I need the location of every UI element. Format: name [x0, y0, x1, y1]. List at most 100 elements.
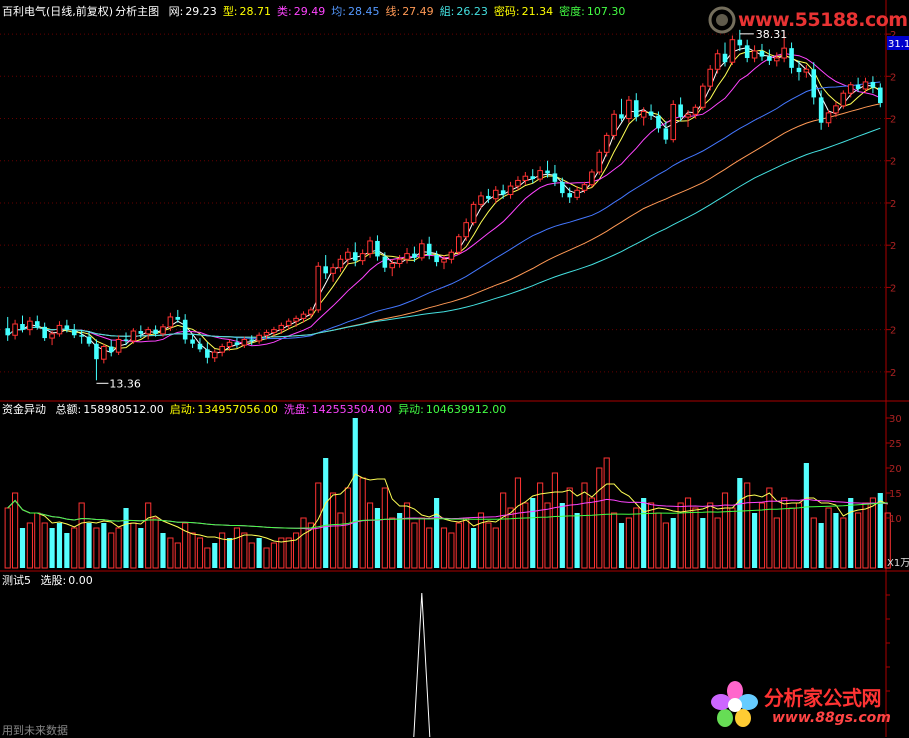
candle-body [685, 113, 691, 118]
candle-body [692, 106, 699, 115]
watermark-top: www.55188.com [708, 6, 908, 34]
volume-bar [115, 527, 122, 569]
candle-body [79, 335, 84, 337]
main-indicator-value: 28.45 [347, 5, 380, 18]
candle-body [470, 203, 477, 224]
candle-body [862, 81, 869, 90]
volume-indicator-label: 洗盘: [283, 403, 310, 416]
main-indicator-value: 26.23 [456, 5, 488, 18]
candle-body [34, 321, 40, 327]
candle-body [773, 57, 780, 62]
candle-body [285, 320, 292, 326]
candle-body [560, 181, 565, 194]
main-indicator-value: 107.30 [586, 5, 626, 18]
candle-body [714, 53, 721, 70]
candlestick-chart[interactable]: 38.3113.36 [5, 28, 883, 390]
candle-body [300, 313, 307, 319]
volume-indicator-list: 总额: 158980512.00 启动: 134957056.00 洗盘: 1425535… [52, 403, 509, 416]
candle-body [619, 114, 624, 119]
volume-bar-signal [160, 533, 166, 568]
volume-bar [108, 532, 115, 569]
flower-logo-icon [711, 681, 758, 727]
volume-bar [366, 502, 374, 569]
candle-body [145, 329, 151, 335]
volume-indicator-value: 142553504.00 [311, 403, 393, 416]
volume-bar-signal [877, 493, 883, 568]
candle-body [434, 255, 439, 263]
volume-bar-signal [670, 518, 676, 568]
volume-indicator-label: 异动: [398, 403, 424, 416]
main-indicator-label: 密码: [493, 5, 520, 18]
candle-body [271, 329, 277, 333]
volume-bar [507, 507, 514, 569]
candle-body [441, 258, 447, 263]
volume-bar-signal [574, 513, 580, 568]
volume-bar-signal [818, 523, 824, 568]
candle-body [49, 333, 55, 339]
main-indicator-label: 线: [385, 5, 401, 18]
volume-bar [389, 517, 396, 569]
volume-indicator-value: 134957056.00 [197, 403, 278, 416]
candle-body [308, 309, 314, 315]
moving-average-line [7, 127, 881, 338]
volume-bar [93, 527, 100, 569]
volume-bar [721, 492, 729, 569]
candle-body [522, 175, 529, 181]
volume-bar [840, 517, 847, 569]
candle-body [352, 252, 358, 261]
volume-bar [130, 522, 137, 569]
main-panel-subtitle: 分析主图 [115, 5, 160, 18]
candle-body [71, 329, 77, 336]
signal-chart[interactable] [413, 592, 431, 737]
volume-bar [810, 517, 817, 569]
candle-body [537, 170, 543, 180]
candle-body [767, 56, 772, 61]
volume-bar-signal [618, 523, 625, 568]
candle-body [737, 39, 743, 46]
candle-body [847, 84, 854, 94]
signal-indicator-label: 选股: [40, 574, 67, 587]
volume-tick-label: 15 [889, 489, 902, 500]
volume-bar [270, 542, 278, 569]
candle-body [545, 170, 550, 174]
candle-body [138, 331, 144, 334]
candle-body [789, 48, 794, 68]
volume-bar [315, 482, 322, 569]
candle-body [574, 189, 580, 198]
volume-bar [189, 532, 196, 569]
volume-bar-signal [737, 478, 743, 568]
candle-body [108, 346, 114, 353]
moving-average-line [7, 81, 881, 340]
volume-bar-signal [56, 523, 63, 568]
volume-bar [241, 532, 248, 569]
candle-body [781, 47, 787, 59]
volume-bar [145, 502, 152, 569]
volume-bar [603, 457, 610, 569]
candle-body [130, 330, 137, 342]
volume-bar [248, 542, 255, 569]
volume-bar [551, 472, 559, 569]
candle-body [759, 50, 765, 57]
volume-tick-label: 20 [889, 464, 902, 475]
candle-body [263, 331, 270, 336]
volume-bar [344, 487, 351, 569]
candle-body [234, 342, 240, 346]
volume-bar [411, 522, 418, 569]
price-tick-label: 2 [890, 368, 896, 379]
candle-body [315, 265, 322, 311]
volume-bar-signal [49, 528, 55, 568]
volume-bar [337, 512, 344, 569]
candle-body [205, 349, 210, 358]
candle-body [337, 258, 344, 269]
volume-bar [855, 512, 862, 569]
volume-bar-signal [803, 463, 809, 568]
low-marker-label: 13.36 [109, 377, 141, 390]
candle-body [478, 195, 484, 205]
volume-bar [426, 527, 433, 569]
candle-body [611, 113, 617, 136]
volume-bar-signal [101, 523, 107, 568]
volume-bar [263, 547, 270, 569]
candle-body [190, 339, 195, 344]
volume-bar [869, 497, 876, 569]
volume-chart[interactable] [4, 418, 891, 569]
